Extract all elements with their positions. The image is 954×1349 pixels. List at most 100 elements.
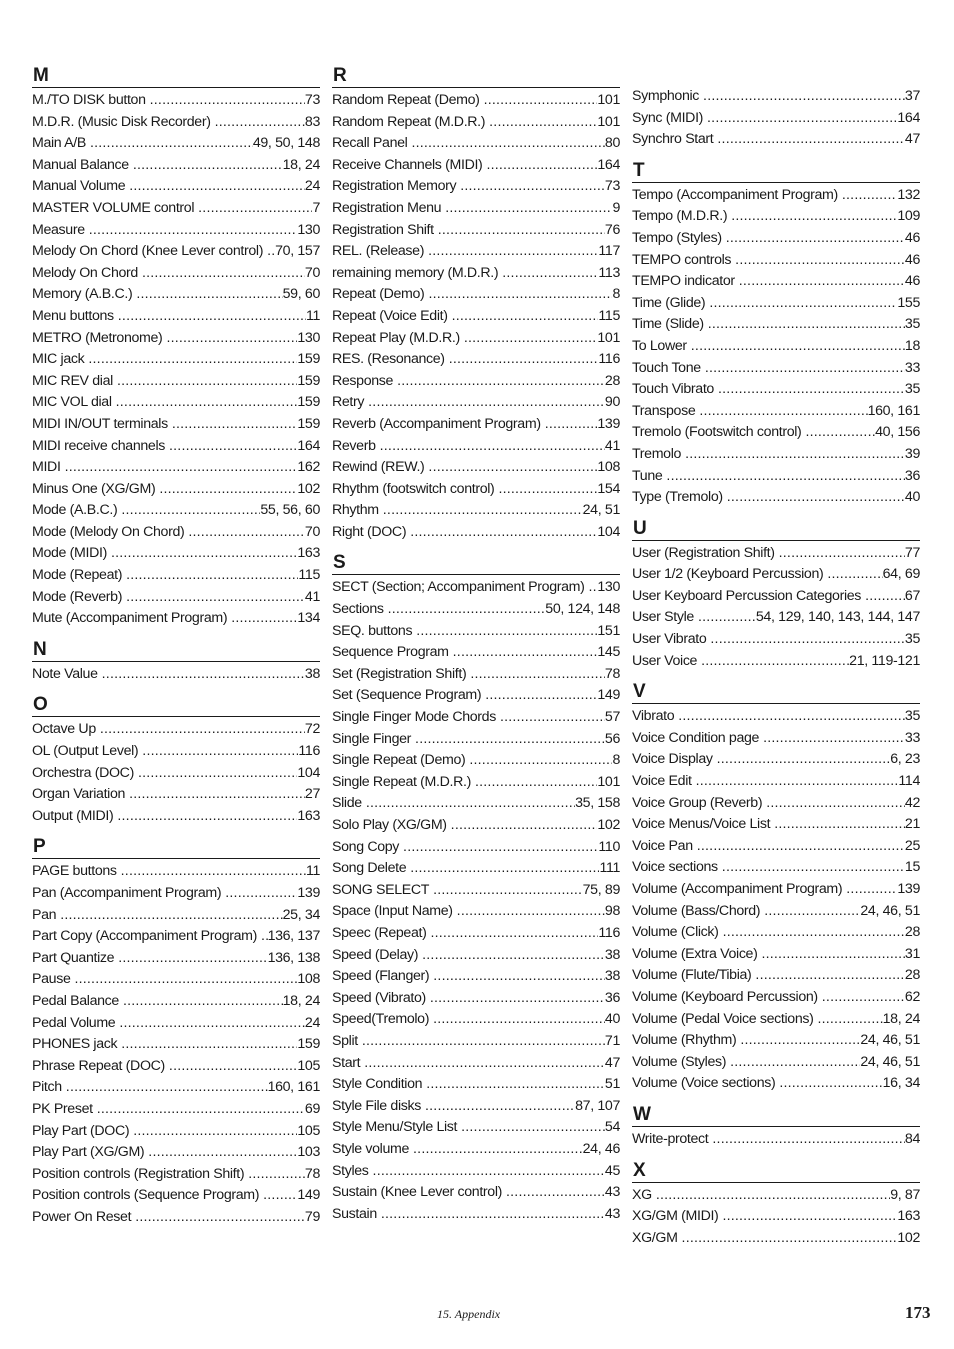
- index-entry: MIDI 162: [32, 457, 320, 479]
- entry-pages: 139: [897, 881, 920, 897]
- index-entry: Speed(Tremolo) 40: [332, 1009, 620, 1031]
- entry-pages: 40: [904, 489, 920, 506]
- entry-term: Mute (Accompaniment Program): [32, 610, 228, 627]
- entry-pages: 155: [897, 294, 920, 311]
- index-entry: SONG SELECT 75, 89: [332, 880, 620, 902]
- entry-pages: 130: [297, 221, 320, 238]
- page-number: 173: [905, 1303, 931, 1322]
- index-entry: Voice Menus/Voice List 21: [632, 814, 920, 836]
- entry-term: Power On Reset: [32, 1208, 132, 1225]
- entry-pages: 101: [597, 92, 620, 108]
- entry-term: Voice Edit: [632, 773, 692, 790]
- index-entry: Voice sections 15: [632, 857, 920, 879]
- entry-pages: 105: [297, 1057, 320, 1074]
- entry-pages: 113: [598, 264, 620, 281]
- entry-pages: 104: [597, 523, 620, 540]
- entry-pages: 101: [597, 113, 620, 130]
- entry-pages: 116: [598, 924, 620, 941]
- index-entry: Right (DOC) 104: [332, 522, 620, 544]
- entry-pages: 164: [897, 109, 920, 126]
- index-entry: Synchro Start 47: [632, 129, 920, 151]
- dot-leader: [263, 1185, 297, 1207]
- entry-pages: 72: [304, 721, 320, 738]
- dot-leader: [697, 836, 905, 858]
- index-entry: Main A/B 49, 50, 148: [32, 133, 320, 155]
- entry-term: Style volume: [332, 1140, 410, 1157]
- entry-term: User (Registration Shift): [632, 544, 775, 561]
- entry-pages: 160, 161: [867, 402, 921, 419]
- entry-term: Volume (Pedal Voice sections): [632, 1010, 814, 1027]
- entry-pages: 24, 46: [582, 1140, 621, 1157]
- dot-leader: [722, 857, 905, 879]
- entry-term: TEMPO indicator: [632, 273, 735, 290]
- index-entry: Pitch 160, 161: [32, 1077, 320, 1099]
- entry-pages: 16, 34: [882, 1075, 921, 1092]
- dot-leader: [764, 901, 860, 923]
- entry-pages: 149: [297, 1187, 320, 1204]
- section-letter-heading: P: [32, 837, 320, 860]
- entry-pages: 98: [604, 903, 620, 920]
- dot-leader: [685, 444, 905, 466]
- entry-term: Response: [332, 372, 394, 389]
- dot-leader: [116, 392, 298, 414]
- entry-term: Menu buttons: [32, 307, 114, 324]
- dot-leader: [740, 1030, 860, 1052]
- entry-list: Random Repeat (Demo) 101 Random Repeat (…: [332, 90, 620, 543]
- entry-pages: 151: [597, 622, 620, 639]
- index-entry: PK Preset 69: [32, 1099, 320, 1121]
- entry-pages: 71: [604, 1032, 620, 1049]
- entry-term: Tempo (M.D.R.): [632, 208, 728, 225]
- entry-pages: 59, 60: [282, 286, 321, 303]
- index-entry: Rhythm 24, 51: [332, 500, 620, 522]
- dot-leader: [159, 479, 297, 501]
- index-entry: Sync (MIDI) 164: [632, 108, 920, 130]
- entry-pages: 163: [297, 807, 320, 824]
- dot-leader: [121, 861, 306, 883]
- index-entry: MIDI IN/OUT terminals 159: [32, 414, 320, 436]
- entry-term: Touch Tone: [632, 359, 701, 376]
- dot-leader: [453, 642, 598, 664]
- entry-term: Pan (Accompaniment Program): [32, 885, 222, 901]
- index-entry: Single Finger Mode Chords 57: [332, 707, 620, 729]
- index-entry: Menu buttons 11: [32, 306, 320, 328]
- index-entry: TEMPO controls 46: [632, 250, 920, 272]
- entry-pages: 108: [297, 971, 320, 988]
- entry-term: XG/GM (MIDI): [632, 1208, 719, 1225]
- dot-leader: [846, 879, 897, 901]
- index-entry: MIC REV dial 159: [32, 371, 320, 393]
- dot-leader: [433, 880, 583, 902]
- entry-term: Set (Sequence Program): [332, 687, 482, 704]
- entry-term: Pan: [32, 906, 57, 923]
- entry-pages: 115: [298, 567, 320, 584]
- entry-pages: 78: [604, 665, 620, 682]
- entry-pages: 7: [312, 199, 320, 216]
- dot-leader: [545, 414, 598, 436]
- dot-leader: [90, 133, 253, 155]
- index-entry: Volume (Pedal Voice sections) 18, 24: [632, 1009, 920, 1031]
- entry-pages: 28: [904, 924, 920, 941]
- dot-leader: [451, 815, 598, 837]
- entry-pages: 159: [297, 415, 320, 432]
- entry-pages: 102: [897, 1229, 920, 1246]
- entry-term: Sequence Program: [332, 644, 449, 661]
- dot-leader: [428, 284, 612, 306]
- entry-term: Transpose: [632, 402, 696, 419]
- entry-term: Part Copy (Accompaniment Program): [32, 928, 257, 945]
- index-entry: Repeat (Voice Edit) 115: [332, 306, 620, 328]
- dot-leader: [705, 358, 905, 380]
- entry-term: Random Repeat (M.D.R.): [332, 113, 486, 130]
- entry-term: Tune: [632, 467, 663, 484]
- entry-list: Symphonic 37 Sync (MIDI) 164 Synchro Sta…: [632, 86, 920, 151]
- entry-pages: 49, 50, 148: [252, 135, 321, 152]
- index-entry: Style Menu/Style List 54: [332, 1117, 620, 1139]
- index-entry: Voice Display 6, 23: [632, 749, 920, 771]
- index-entry: Tune 36: [632, 466, 920, 488]
- entry-pages: 101: [597, 329, 620, 346]
- entry-term: Set (Registration Shift): [332, 665, 467, 682]
- entry-term: Tremolo (Footswitch control): [632, 424, 802, 441]
- dot-leader: [718, 379, 905, 401]
- index-entry: Set (Registration Shift) 78: [332, 664, 620, 686]
- entry-term: Right (DOC): [332, 523, 407, 540]
- dot-leader: [502, 263, 598, 285]
- index-entry: Tempo (Styles) 46: [632, 228, 920, 250]
